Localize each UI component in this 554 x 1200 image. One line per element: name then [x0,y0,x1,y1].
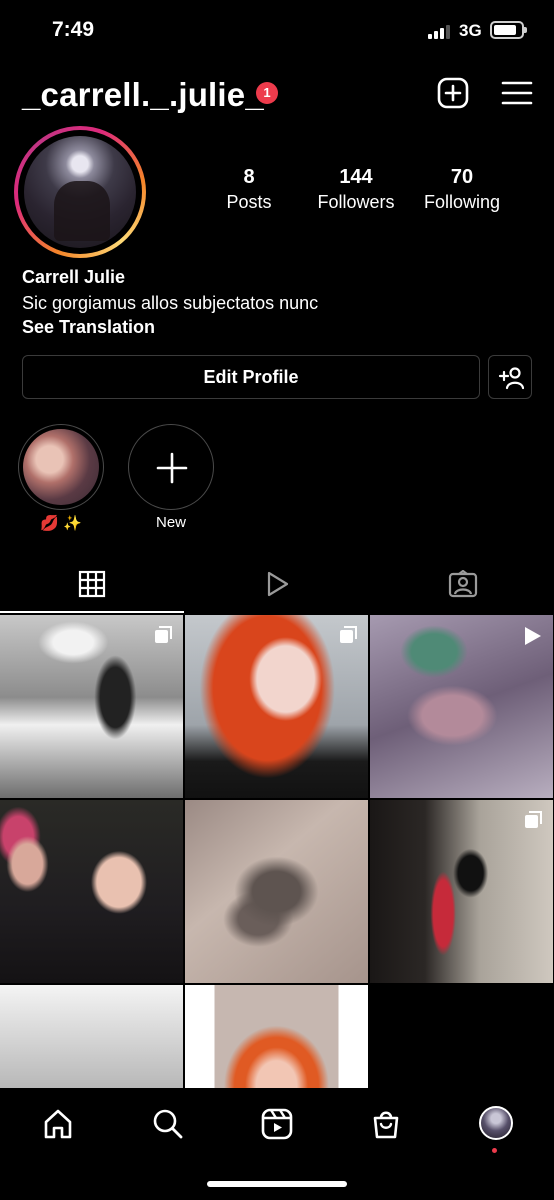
stat-posts[interactable]: 8 Posts [214,166,284,213]
home-icon [44,1109,72,1139]
post-thumbnail[interactable] [0,800,183,983]
hamburger-menu-icon [501,81,533,105]
post-thumbnail[interactable] [185,615,368,798]
reels-icon [261,1108,293,1140]
following-label: Following [423,192,501,212]
posts-label: Posts [226,192,272,212]
profile-avatar-icon [479,1106,513,1140]
post-thumbnail[interactable] [370,615,553,798]
stat-followers[interactable]: 144 Followers [306,166,406,213]
plus-icon [156,452,188,484]
new-highlight-label: New [155,514,186,531]
stat-following[interactable]: 70 Following [412,166,512,213]
add-person-icon [498,367,524,390]
notification-dot [492,1148,497,1153]
status-bar: 7:49 3G [0,0,554,60]
profile-photo [24,136,136,248]
post-thumbnail[interactable] [370,800,553,983]
nav-shop[interactable] [366,1104,406,1144]
nav-search[interactable] [148,1104,188,1144]
highlight-label: 💋 ✨ [40,515,82,532]
new-highlight-button[interactable] [128,424,214,510]
carousel-icon [340,626,357,643]
tagged-person-icon [448,570,478,598]
profile-username[interactable]: _carrell._.julie_ [22,76,264,114]
discover-people-button[interactable] [488,355,532,399]
network-type: 3G [459,21,482,40]
tab-posts-grid[interactable] [0,564,184,612]
posts-count: 8 [243,166,255,188]
new-post-button[interactable] [436,76,470,110]
status-time: 7:49 [52,18,95,41]
edit-profile-button[interactable]: Edit Profile [22,355,480,399]
post-thumbnail[interactable] [0,615,183,798]
nav-reels[interactable] [257,1104,297,1144]
following-count: 70 [450,166,474,188]
shop-bag-icon [373,1111,399,1139]
carousel-icon [155,626,172,643]
followers-label: Followers [317,192,395,212]
followers-count: 144 [339,166,373,188]
signal-icon [428,23,454,39]
highlight-cover [23,429,99,505]
tab-reels[interactable] [185,564,369,612]
home-indicator [207,1181,347,1187]
story-highlight[interactable] [18,424,104,510]
nav-home[interactable] [38,1104,78,1144]
reels-play-icon [267,571,289,597]
selected-tab-indicator [0,611,184,613]
battery-icon [490,21,527,39]
video-play-icon [525,627,541,645]
tab-tagged[interactable] [370,564,554,612]
notification-badge[interactable]: 1 [256,82,278,104]
plus-square-icon [437,77,469,109]
profile-full-name: Carrell Julie [22,267,126,287]
profile-bio: Sic gorgiamus allos subjectatos nunc [22,293,319,313]
profile-avatar[interactable] [14,126,146,258]
carousel-icon [525,811,542,828]
search-icon [153,1109,183,1139]
grid-icon [78,570,106,598]
nav-profile[interactable] [477,1104,517,1144]
post-thumbnail[interactable] [185,800,368,983]
see-translation-link[interactable]: See Translation [22,317,155,338]
menu-button[interactable] [500,76,534,110]
